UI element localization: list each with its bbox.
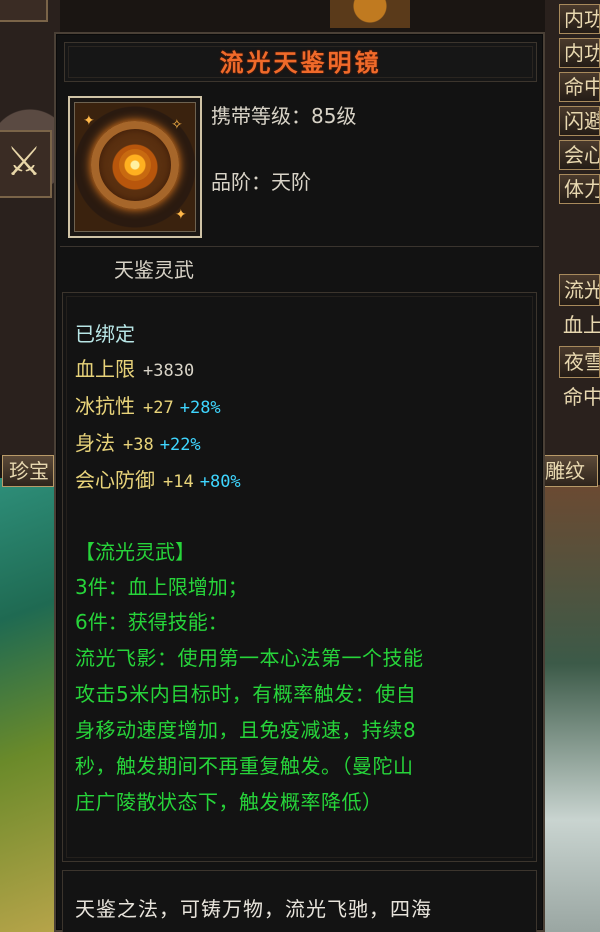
skill-description-line: 攻击5米内目标时，有概率触发：使自 [75,682,417,706]
background-right-bottom [545,485,600,932]
divider [60,246,539,247]
attribute-panel: 已绑定 血上限 +3830 冰抗性 +27 +28% 身法 +38 +22% 会心防御 +1… [62,292,537,862]
set-bonus-title: 【流光灵武】 [75,540,195,564]
stat-name: 冰抗性 [75,394,135,418]
right-menu-item[interactable]: 内功 [559,4,600,34]
set-bonus-6: 6件：获得技能： [75,610,228,634]
lore-text: 天鉴之法，可铸万物，流光飞驰，四海 [75,897,432,921]
equipment-slot-weapon[interactable]: ⚔ [0,130,52,198]
background-left-top [0,0,60,455]
skill-description-line: 秒，触发期间不再重复触发。（曼陀山 [75,754,414,778]
compare-item-text: 血上 [563,313,600,337]
stat-name: 血上限 [75,357,135,381]
item-meta: 携带等级：85级 品阶：天阶 [211,102,356,234]
stat-name: 身法 [75,431,115,455]
compare-item-title[interactable]: 流光 [559,274,600,306]
set-bonus-3: 3件：血上限增加； [75,575,248,599]
stat-value: +3830 [143,361,195,381]
item-name: 流光天鉴明镜 [219,49,382,77]
item-icon-frame: ✦ ✦ ✧ [68,96,202,238]
tab-treasure[interactable]: 珍宝 [2,455,54,487]
skill-description-line: 身移动速度增加，且免疫减速，持续8 [75,718,417,742]
right-menu-item[interactable]: 体力 [559,174,600,204]
right-menu-item[interactable]: 命中 [559,72,600,102]
stat-value: +27 [143,398,174,418]
stat-name: 会心防御 [75,468,155,492]
bound-status: 已绑定 [75,322,135,346]
carry-level: 携带等级：85级 [211,104,357,128]
skill-description-line: 庄广陵散状态下，触发概率降低） [75,790,383,814]
compare-item-title[interactable]: 夜雪 [559,346,600,378]
equipment-slot-left-top[interactable] [0,0,48,22]
item-grade: 品阶：天阶 [211,170,311,194]
skill-description: 流光飞影：使用第一本心法第一个技能 攻击5米内目标时，有概率触发：使自 身移动速… [75,640,528,820]
stat-value: +14 [163,472,194,492]
tab-engraving-label: 雕纹 [545,459,585,483]
lore-panel: 天鉴之法，可铸万物，流光飞驰，四海 [62,870,537,932]
mirror-item-icon: ✦ ✦ ✧ [74,102,196,232]
stat-percent: +22% [159,435,201,455]
compare-item-text: 命中 [563,385,600,409]
sword-icon: ⚔ [6,139,42,185]
right-menu-item[interactable]: 内功 [559,38,600,68]
right-menu-item[interactable]: 闪避 [559,106,600,136]
stat-row: 会心防御 +14 +80% [75,463,528,500]
compare-list-right: 流光 血上 夜雪 命中 [557,270,600,440]
tab-treasure-label: 珍宝 [9,459,49,483]
stat-row: 身法 +38 +22% [75,426,528,463]
stat-value: +38 [123,435,154,455]
skill-description-line: 流光飞影：使用第一本心法第一个技能 [75,646,424,670]
item-tooltip: 流光天鉴明镜 ✦ ✦ ✧ 携带等级：85级 品阶：天阶 天鉴灵武 已绑定 血上限… [54,32,545,932]
tab-engraving[interactable]: 雕纹 [540,455,598,487]
background-left-bottom [0,478,60,932]
stat-percent: +80% [199,472,241,492]
equipment-slot-top[interactable] [330,0,410,28]
stat-percent: +28% [179,398,221,418]
stat-row: 血上限 +3830 [75,352,528,389]
tooltip-title-bar: 流光天鉴明镜 [64,42,537,82]
stat-row: 冰抗性 +27 +28% [75,389,528,426]
right-menu-item[interactable]: 会心 [559,140,600,170]
attribute-list-right: 内功 内功 命中 闪避 会心 体力 [557,0,600,225]
set-name: 天鉴灵武 [114,258,194,282]
